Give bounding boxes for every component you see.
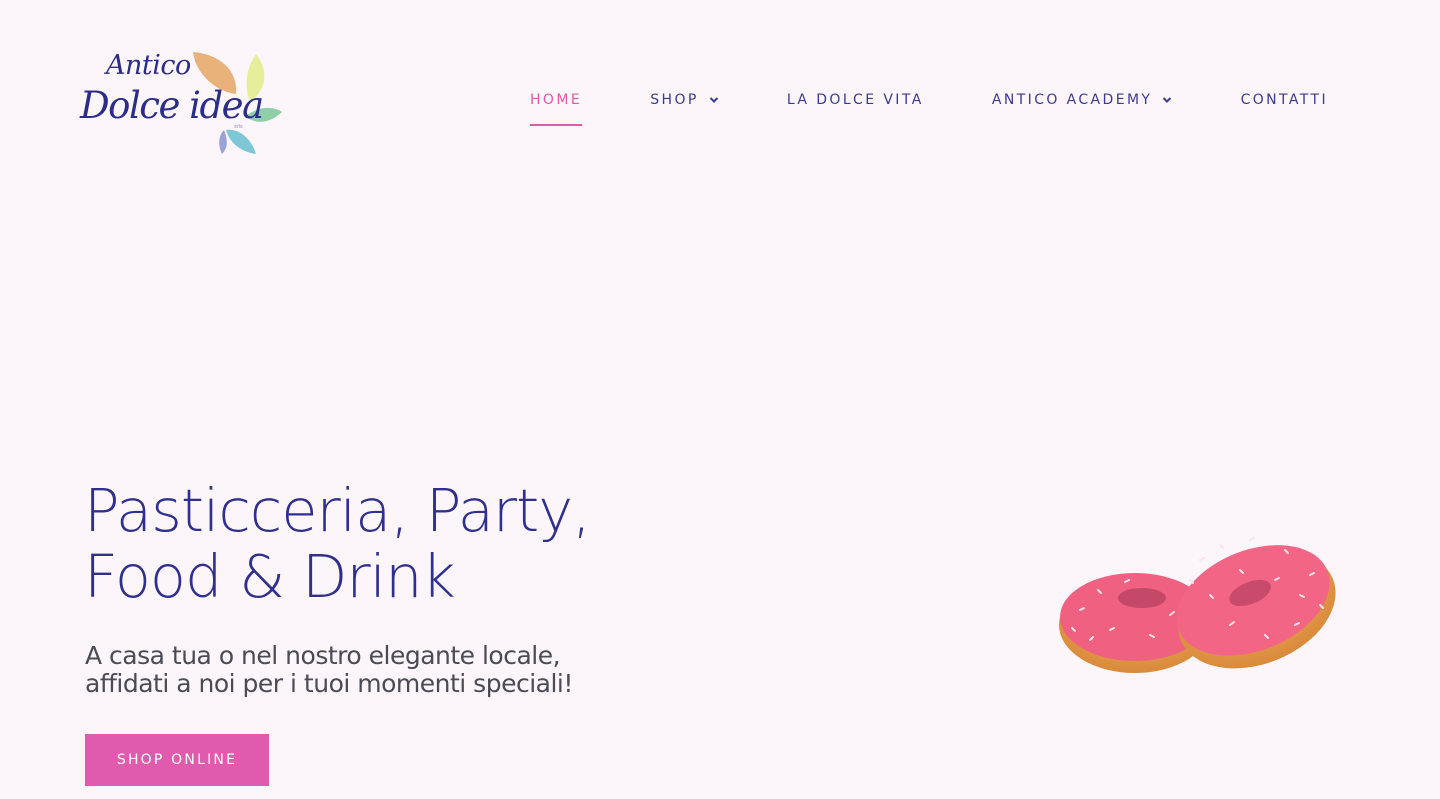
nav-label-antico-academy: ANTICO ACADEMY xyxy=(991,92,1153,108)
nav-item-antico-academy[interactable]: ANTICO ACADEMY xyxy=(992,92,1173,110)
nav-item-contatti[interactable]: CONTATTI xyxy=(1241,92,1328,110)
hero-subtitle-line-1: A casa tua o nel nostro elegante locale, xyxy=(85,641,561,670)
shop-online-button[interactable]: SHOP ONLINE xyxy=(85,734,269,786)
hero-subtitle-line-2: affidati a noi per i tuoi momenti specia… xyxy=(85,669,573,698)
chevron-down-icon xyxy=(1163,97,1172,103)
hero-title-line-2: Food & Drink xyxy=(84,542,456,611)
nav-label-shop: SHOP xyxy=(650,92,699,108)
logo-text-antico: Antico xyxy=(106,50,191,81)
site-logo[interactable]: Antico Dolce idea srls xyxy=(78,44,288,160)
chevron-down-icon xyxy=(709,97,718,103)
nav-label-la-dolce-vita: LA DOLCE VITA xyxy=(786,92,924,108)
hero-title: Pasticceria, Party, Food & Drink xyxy=(84,478,644,610)
donuts-image xyxy=(1050,520,1350,685)
hero-title-line-1: Pasticceria, Party, xyxy=(84,476,591,545)
main-nav: HOME SHOP LA DOLCE VITA ANTICO ACADEMY C… xyxy=(530,92,1328,126)
nav-item-la-dolce-vita[interactable]: LA DOLCE VITA xyxy=(787,92,924,110)
nav-active-underline xyxy=(530,124,583,126)
nav-label-contatti: CONTATTI xyxy=(1240,92,1328,108)
nav-item-home[interactable]: HOME xyxy=(530,92,583,126)
nav-item-shop[interactable]: SHOP xyxy=(650,92,718,110)
logo-text-srls: srls xyxy=(234,124,243,130)
logo-text-dolce-idea: Dolce idea xyxy=(80,84,264,127)
nav-label-home: HOME xyxy=(530,92,583,108)
hero-subtitle: A casa tua o nel nostro elegante locale,… xyxy=(85,642,685,698)
